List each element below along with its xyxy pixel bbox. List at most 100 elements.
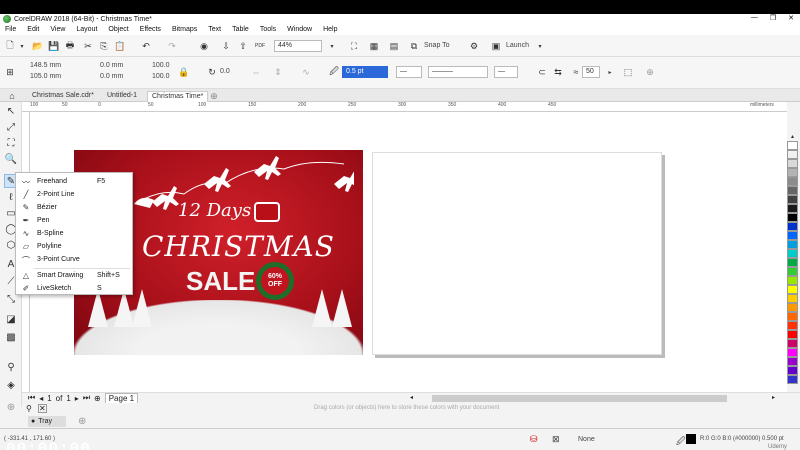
snap-to-button[interactable]: Snap To xyxy=(424,42,450,49)
paste-icon[interactable]: 📋 xyxy=(114,40,126,52)
prev-page-icon[interactable]: ◂ xyxy=(39,394,43,403)
crop-tool-icon[interactable]: ⛶ xyxy=(4,136,18,150)
menu-edit[interactable]: Edit xyxy=(27,26,39,33)
scroll-right-icon[interactable]: ▸ xyxy=(772,394,775,401)
tab-christmas-sale[interactable]: Christmas Sale.cdr* xyxy=(28,91,98,102)
add-tool-icon[interactable]: ⊕ xyxy=(4,400,18,414)
shape-tool-icon[interactable]: ⤢ xyxy=(4,120,18,134)
new-document-icon[interactable]: 🗋 xyxy=(4,40,16,52)
smoothing-field[interactable]: 50 xyxy=(582,66,600,78)
flyout-item-bezier[interactable]: ✎ Bézier xyxy=(16,202,134,214)
options-gear-icon[interactable]: ⚙ xyxy=(468,40,480,52)
show-grid-icon[interactable]: ▤ xyxy=(388,40,400,52)
smoothing-slider-icon[interactable]: ▸ xyxy=(604,66,616,78)
height-field[interactable]: 0.0 mm xyxy=(100,73,123,80)
next-page-icon[interactable]: ▸ xyxy=(75,394,79,403)
palette-swatch[interactable] xyxy=(787,339,798,348)
undo-icon[interactable]: ↶ xyxy=(140,40,152,52)
zoom-tool-icon[interactable]: 🔍 xyxy=(4,152,18,166)
palette-swatch[interactable] xyxy=(787,294,798,303)
flyout-item-polyline[interactable]: ⏥ Polyline xyxy=(16,241,134,253)
palette-swatch[interactable] xyxy=(787,141,798,150)
palette-swatch[interactable] xyxy=(787,177,798,186)
horizontal-scrollbar[interactable] xyxy=(432,395,727,402)
palette-swatch[interactable] xyxy=(787,285,798,294)
show-rulers-icon[interactable]: ▦ xyxy=(368,40,380,52)
export-icon[interactable]: ⇧ xyxy=(237,40,249,52)
palette-swatch[interactable] xyxy=(787,348,798,357)
start-arrow-select[interactable]: — xyxy=(396,66,422,78)
tab-christmas-time[interactable]: Christmas Time* xyxy=(147,91,209,102)
copy-icon[interactable]: ⎘ xyxy=(98,40,110,52)
add-tray-icon[interactable]: ⊕ xyxy=(78,416,86,427)
menu-file[interactable]: File xyxy=(5,26,16,33)
palette-swatch[interactable] xyxy=(787,258,798,267)
palette-up-icon[interactable]: ▴ xyxy=(787,132,798,141)
palette-swatch[interactable] xyxy=(787,330,798,339)
scale-height-field[interactable]: 100.0 xyxy=(152,73,170,80)
width-field[interactable]: 0.0 mm xyxy=(100,62,123,69)
last-page-icon[interactable]: ⏭ xyxy=(83,393,90,403)
menu-layout[interactable]: Layout xyxy=(76,26,97,33)
add-icon[interactable]: ⊕ xyxy=(644,66,656,78)
x-position-field[interactable]: 148.5 mm xyxy=(30,62,61,69)
page-tab[interactable]: Page 1 xyxy=(104,392,139,404)
blank-page[interactable] xyxy=(372,152,662,355)
flyout-item-freehand[interactable]: 〰 Freehand F5 xyxy=(16,176,134,188)
minimize-button[interactable]: — xyxy=(751,14,758,22)
menu-text[interactable]: Text xyxy=(208,26,221,33)
restore-button[interactable]: ❐ xyxy=(770,14,776,22)
flyout-item-pen[interactable]: ✒ Pen xyxy=(16,215,134,227)
zoom-level-field[interactable]: 44% xyxy=(274,40,322,52)
close-curve-icon[interactable]: ⊂ xyxy=(536,66,548,78)
redo-icon[interactable]: ↷ xyxy=(166,40,178,52)
interactive-fill-icon[interactable]: ◈ xyxy=(4,378,18,392)
eyedropper-tool-icon[interactable]: ⚲ xyxy=(4,360,18,374)
curve-smoothing-icon[interactable]: ∿ xyxy=(300,66,312,78)
menu-window[interactable]: Window xyxy=(287,26,312,33)
new-tab-icon[interactable]: ⊕ xyxy=(208,90,220,102)
add-page-icon[interactable]: ⊕ xyxy=(94,394,101,403)
publish-pdf-icon[interactable]: PDF xyxy=(254,40,266,52)
save-icon[interactable]: 💾 xyxy=(48,40,60,52)
launch-dropdown-icon[interactable]: ▾ xyxy=(534,40,546,52)
no-color-icon[interactable]: ✕ xyxy=(37,404,47,413)
palette-swatch[interactable] xyxy=(787,312,798,321)
import-icon[interactable]: ⇩ xyxy=(220,40,232,52)
full-screen-icon[interactable]: ⛶ xyxy=(348,40,360,52)
palette-swatch[interactable] xyxy=(787,321,798,330)
palette-swatch[interactable] xyxy=(787,186,798,195)
flyout-item-3-point-curve[interactable]: ⌒ 3-Point Curve xyxy=(16,254,134,266)
object-origin-icon[interactable]: ⊞ xyxy=(4,66,16,78)
tray-tab[interactable]: ● Tray xyxy=(28,416,66,427)
scale-width-field[interactable]: 100.0 xyxy=(152,62,170,69)
palette-swatch[interactable] xyxy=(787,375,798,384)
zoom-dropdown-icon[interactable]: ▾ xyxy=(326,40,338,52)
palette-swatch[interactable] xyxy=(787,213,798,222)
flyout-item-b-spline[interactable]: ∿ B-Spline xyxy=(16,228,134,240)
pick-tool-icon[interactable]: ↖ xyxy=(4,104,18,118)
reverse-direction-icon[interactable]: ⇆ xyxy=(552,66,564,78)
scroll-left-icon[interactable]: ◂ xyxy=(410,394,413,401)
y-position-field[interactable]: 105.0 mm xyxy=(30,73,61,80)
tab-untitled-1[interactable]: Untitled-1 xyxy=(103,91,141,102)
outline-width-field[interactable]: 0.5 pt xyxy=(342,66,388,78)
flyout-item-smart-drawing[interactable]: △ Smart Drawing Shift+S xyxy=(16,270,134,282)
palette-swatch[interactable] xyxy=(787,159,798,168)
drop-shadow-icon[interactable]: ◪ xyxy=(4,312,18,326)
palette-swatch[interactable] xyxy=(787,150,798,159)
palette-swatch[interactable] xyxy=(787,168,798,177)
menu-help[interactable]: Help xyxy=(323,26,337,33)
snap-to-icon[interactable]: ⧉ xyxy=(408,40,420,52)
launch-icon[interactable]: ▣ xyxy=(490,40,502,52)
palette-swatch[interactable] xyxy=(787,231,798,240)
flyout-item-livesketch[interactable]: ✐ LiveSketch S xyxy=(16,283,134,295)
menu-tools[interactable]: Tools xyxy=(260,26,276,33)
menu-view[interactable]: View xyxy=(50,26,65,33)
welcome-home-icon[interactable]: ⌂ xyxy=(6,90,18,102)
new-dropdown-icon[interactable]: ▾ xyxy=(18,40,26,52)
search-content-icon[interactable]: ◉ xyxy=(198,40,210,52)
palette-swatch[interactable] xyxy=(787,240,798,249)
palette-swatch[interactable] xyxy=(787,204,798,213)
palette-swatch[interactable] xyxy=(787,276,798,285)
